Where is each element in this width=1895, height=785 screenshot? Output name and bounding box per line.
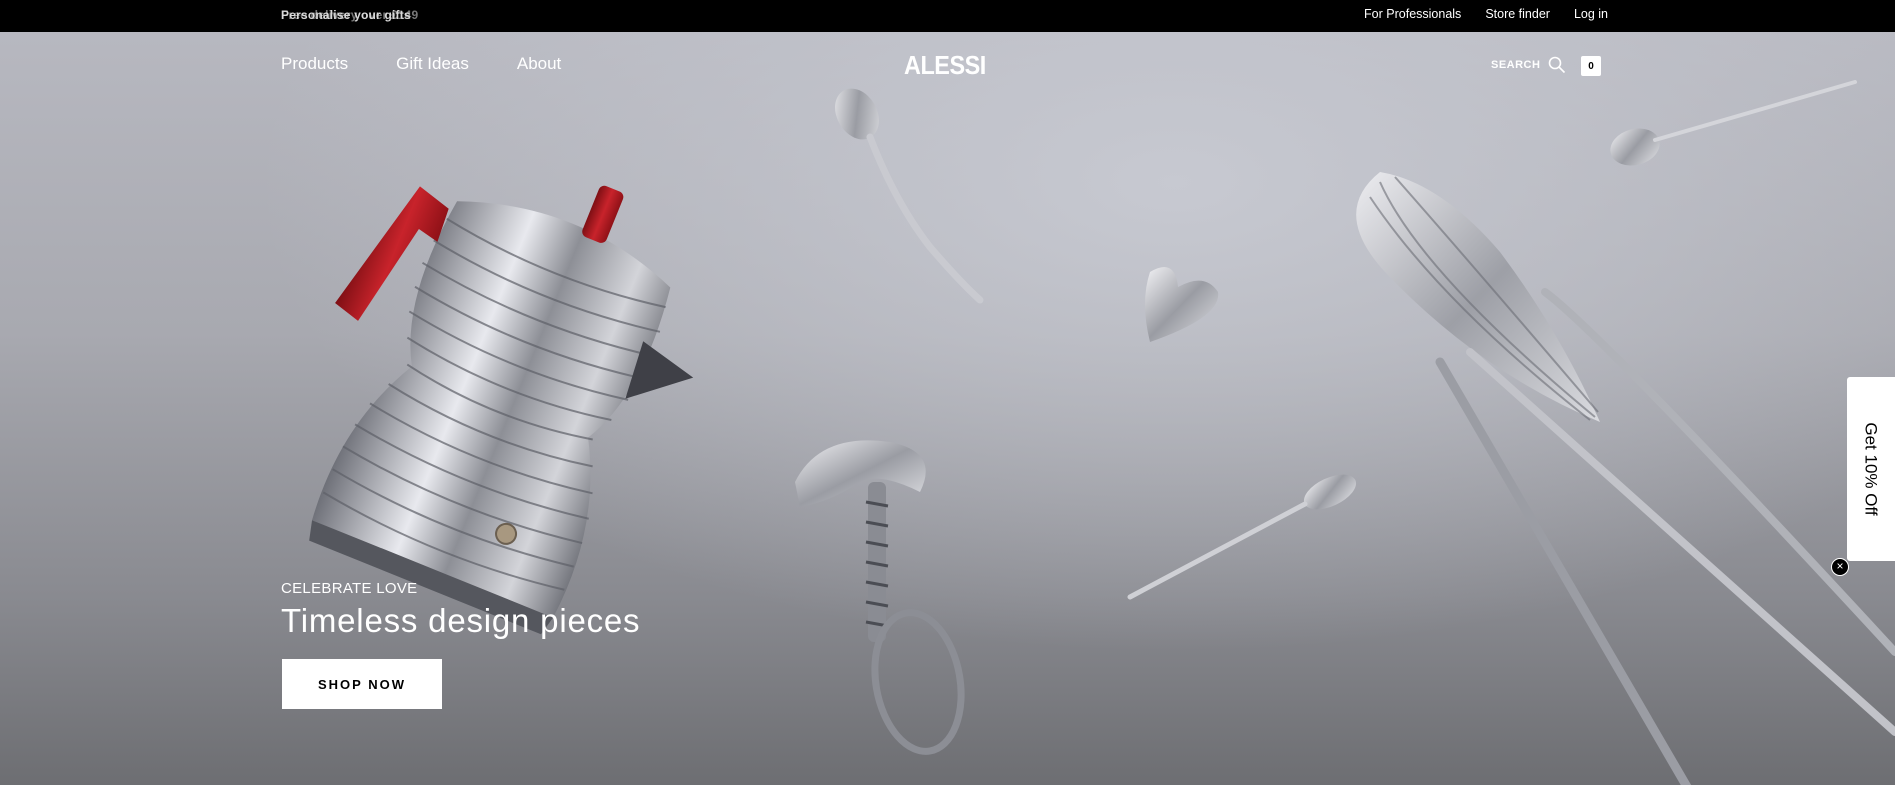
discount-tab[interactable]: Get 10% Off	[1847, 377, 1895, 561]
corkscrew-illustration	[795, 440, 965, 755]
close-icon[interactable]: ×	[1831, 558, 1849, 576]
spoon-illustration	[835, 88, 984, 304]
brand-logo[interactable]: ALESSI	[904, 50, 986, 81]
for-professionals-link[interactable]: For Professionals	[1364, 7, 1461, 21]
long-spoon-illustration	[1127, 474, 1357, 600]
small-spoon-illustration	[1610, 80, 1857, 166]
search-button[interactable]: SEARCH	[1491, 56, 1566, 74]
heart-illustration	[1145, 267, 1219, 342]
nav-about[interactable]: About	[517, 54, 561, 74]
cart-count: 0	[1588, 60, 1594, 72]
utility-links: For Professionals Store finder Log in	[1364, 7, 1608, 21]
shop-now-button[interactable]: SHOP NOW	[282, 659, 442, 709]
coffee-pot-illustration	[309, 185, 694, 635]
main-navigation: Products Gift Ideas About	[281, 54, 561, 74]
hero-headline: Timeless design pieces	[281, 602, 641, 639]
discount-label: Get 10% Off	[1862, 422, 1882, 516]
store-finder-link[interactable]: Store finder	[1485, 7, 1550, 21]
hero-banner: Products Gift Ideas About ALESSI SEARCH …	[0, 32, 1895, 785]
top-announcement-bar: Free delivery over £149 Personalise your…	[0, 0, 1895, 32]
login-link[interactable]: Log in	[1574, 7, 1608, 21]
nav-gift-ideas[interactable]: Gift Ideas	[396, 54, 469, 74]
hero-eyebrow: CELEBRATE LOVE	[281, 580, 418, 597]
juicer-illustration	[1356, 172, 1895, 785]
search-icon	[1549, 56, 1566, 74]
announcement-text: Free delivery over £149 Personalise your…	[281, 8, 418, 22]
announcement-main-text: Personalise your gifts	[281, 8, 411, 22]
cart-button[interactable]: 0	[1581, 56, 1601, 76]
nav-products[interactable]: Products	[281, 54, 348, 74]
search-label: SEARCH	[1491, 59, 1541, 71]
